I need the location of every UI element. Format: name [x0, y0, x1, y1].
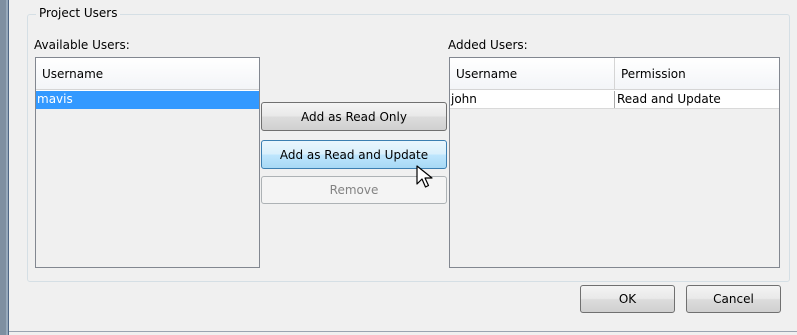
added-user-permission-cell[interactable]: Read and Update	[615, 91, 779, 108]
cancel-button[interactable]: Cancel	[686, 285, 781, 313]
remove-button[interactable]: Remove	[261, 176, 447, 204]
add-read-update-button[interactable]: Add as Read and Update	[261, 140, 447, 169]
ok-button[interactable]: OK	[580, 285, 675, 313]
available-username-column-header[interactable]: Username	[36, 58, 259, 90]
added-users-label: Added Users:	[448, 38, 528, 52]
added-username-column-header[interactable]: Username	[450, 58, 615, 90]
available-users-label: Available Users:	[34, 38, 130, 52]
added-user-row[interactable]: john Read and Update	[450, 91, 779, 109]
available-list-empty-area	[36, 109, 259, 267]
added-list-empty-area	[450, 109, 779, 267]
added-user-username-cell[interactable]: john	[450, 91, 615, 108]
window-frame-edge	[0, 0, 9, 335]
available-users-list[interactable]: Username mavis	[35, 57, 260, 268]
project-users-title: Project Users	[36, 5, 121, 21]
added-users-table[interactable]: Username Permission john Read and Update	[449, 57, 780, 268]
available-user-row[interactable]: mavis	[36, 91, 259, 109]
permission-column-header[interactable]: Permission	[615, 58, 779, 90]
window-bottom-edge	[9, 331, 797, 332]
add-read-only-button[interactable]: Add as Read Only	[261, 102, 447, 131]
